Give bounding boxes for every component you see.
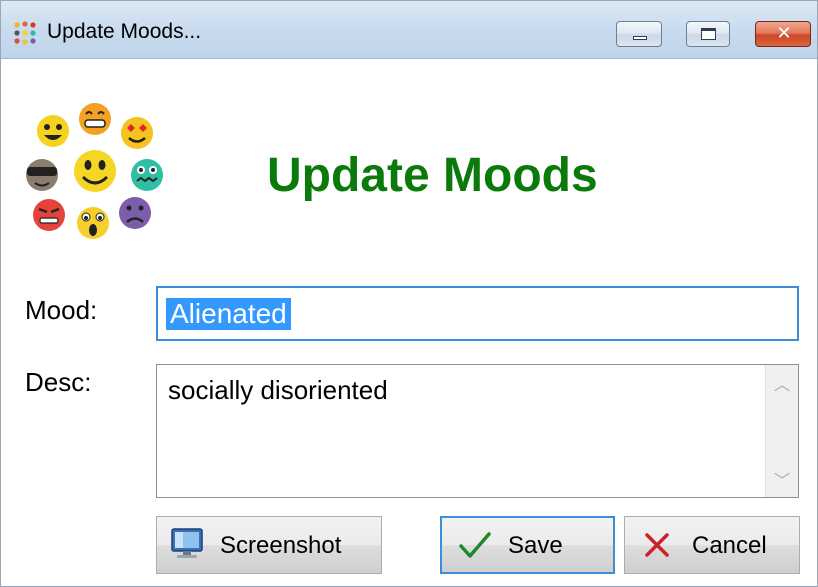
close-icon: ✕: [776, 23, 792, 44]
monitor-icon: [171, 528, 203, 558]
maximize-icon: [701, 28, 716, 40]
maximize-button[interactable]: [686, 21, 730, 47]
mood-input-value: Alienated: [166, 298, 291, 330]
minimize-icon: [633, 36, 647, 40]
save-button[interactable]: Save: [440, 516, 615, 574]
cancel-button[interactable]: Cancel: [624, 516, 800, 574]
app-icon: [14, 21, 36, 45]
emoji-faces-cluster-icon: [23, 101, 166, 242]
cancel-label: Cancel: [692, 532, 767, 559]
mood-input[interactable]: Alienated: [156, 286, 799, 341]
scroll-down-icon[interactable]: ﹀: [766, 467, 798, 491]
cancel-x-icon: [645, 533, 669, 557]
screenshot-button[interactable]: Screenshot: [156, 516, 382, 574]
title-bar[interactable]: Update Moods... ✕: [1, 1, 817, 59]
desc-scrollbar[interactable]: ︿ ﹀: [765, 365, 798, 497]
desc-textarea-value: socially disoriented: [168, 375, 388, 405]
checkmark-icon: [459, 532, 491, 558]
minimize-button[interactable]: [616, 21, 662, 47]
window-title: Update Moods...: [47, 20, 202, 43]
mood-label: Mood:: [25, 295, 98, 325]
scroll-up-icon[interactable]: ︿: [766, 371, 798, 395]
page-heading: Update Moods: [267, 149, 598, 202]
screenshot-label: Screenshot: [220, 532, 342, 559]
update-moods-window: Update Moods... ✕ Update Moods Mood: Ali…: [0, 0, 818, 587]
save-label: Save: [508, 532, 563, 559]
close-button[interactable]: ✕: [755, 21, 811, 47]
desc-textarea[interactable]: socially disoriented ︿ ﹀: [156, 364, 799, 498]
desc-label: Desc:: [25, 367, 92, 397]
